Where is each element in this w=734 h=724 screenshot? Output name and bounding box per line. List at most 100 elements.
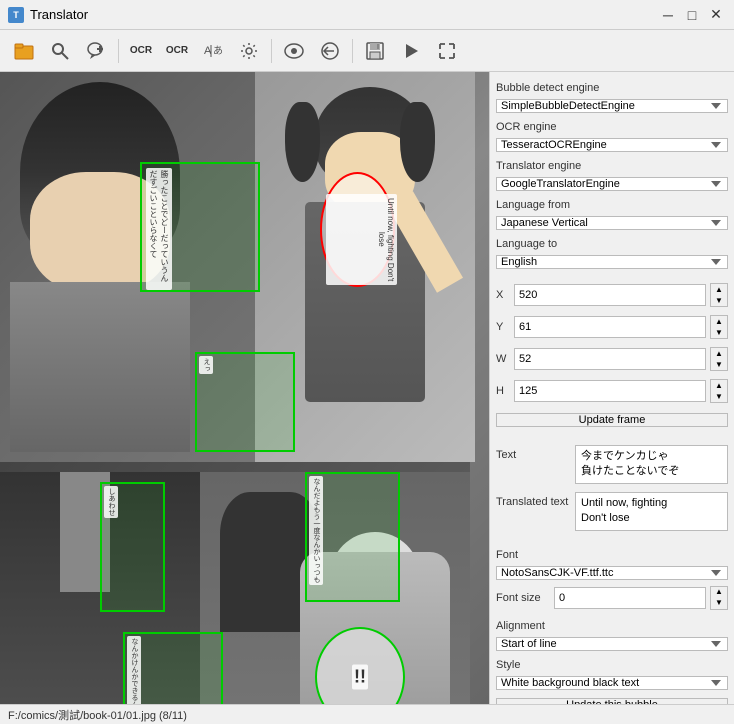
font-size-input[interactable] xyxy=(554,587,706,609)
bubble-2[interactable]: Until now, fighting Don't lose xyxy=(320,172,395,287)
title-bar-controls: ─ □ ✕ xyxy=(658,5,726,25)
fullscreen-icon xyxy=(437,41,457,61)
fullscreen-button[interactable] xyxy=(431,35,463,67)
settings-button[interactable] xyxy=(233,35,265,67)
bubble-7-text: !! xyxy=(352,665,368,690)
translated-value: Until now, fightingDon't lose xyxy=(575,492,728,531)
preview-button[interactable] xyxy=(278,35,310,67)
play-button[interactable] xyxy=(395,35,427,67)
w-increment[interactable]: ▲ xyxy=(711,348,727,359)
y-coord-row: Y ▲ ▼ xyxy=(496,315,728,339)
title-bar-left: T Translator xyxy=(8,7,88,23)
close-button[interactable]: ✕ xyxy=(706,5,726,25)
x-decrement[interactable]: ▼ xyxy=(711,295,727,306)
bubble-4[interactable]: しあわせ xyxy=(100,482,165,612)
left-twintail xyxy=(285,102,320,182)
ocr2-button[interactable]: OCR xyxy=(161,35,193,67)
text-label: Text xyxy=(496,445,571,461)
ocr1-label: OCR xyxy=(130,45,152,56)
ocr1-button[interactable]: OCR xyxy=(125,35,157,67)
y-decrement[interactable]: ▼ xyxy=(711,327,727,338)
x-spinner: ▲ ▼ xyxy=(710,283,728,307)
back-icon xyxy=(320,41,340,61)
toolbar-separator-3 xyxy=(352,39,353,63)
ocr-engine-select[interactable]: TesseractOCREngine xyxy=(496,138,728,152)
x-increment[interactable]: ▲ xyxy=(711,284,727,295)
translated-text-row: Translated text Until now, fightingDon't… xyxy=(496,492,728,531)
w-label: W xyxy=(496,353,510,365)
update-frame-button[interactable]: Update frame xyxy=(496,413,728,427)
search-button[interactable] xyxy=(44,35,76,67)
open-folder-button[interactable] xyxy=(8,35,40,67)
bubble-5[interactable]: なんだよもう一度なんかいっつも xyxy=(305,472,400,602)
image-panel[interactable]: 勝ったことでどーだっていうんだすごいこといらなくて Until now, fig… xyxy=(0,72,489,704)
font-size-decrement[interactable]: ▼ xyxy=(711,598,727,609)
translator-engine-select[interactable]: GoogleTranslatorEngine xyxy=(496,177,728,191)
maximize-button[interactable]: □ xyxy=(682,5,702,25)
h-spinner: ▲ ▼ xyxy=(710,379,728,403)
h-coord-row: H ▲ ▼ xyxy=(496,379,728,403)
h-input[interactable] xyxy=(514,380,706,402)
y-label: Y xyxy=(496,321,510,333)
text-row: Text 今までケンカじゃ負けたことないでぞ xyxy=(496,445,728,484)
translated-label: Translated text xyxy=(496,492,571,508)
status-text: F:/comics/測試/book-01/01.jpg (8/11) xyxy=(8,707,187,723)
bubble-detect-label: Bubble detect engine xyxy=(496,82,728,94)
language-from-select[interactable]: Japanese Vertical xyxy=(496,216,728,230)
status-bar: F:/comics/測試/book-01/01.jpg (8/11) xyxy=(0,704,734,724)
w-spinner: ▲ ▼ xyxy=(710,347,728,371)
minimize-button[interactable]: ─ xyxy=(658,5,678,25)
bubble-3[interactable]: えっ xyxy=(195,352,295,452)
font-size-spinner: ▲ ▼ xyxy=(710,586,728,610)
x-label: X xyxy=(496,289,510,301)
right-twintail xyxy=(400,102,435,182)
bubble-detect-select[interactable]: SimpleBubbleDetectEngine xyxy=(496,99,728,113)
y-input[interactable] xyxy=(514,316,706,338)
h-increment[interactable]: ▲ xyxy=(711,380,727,391)
add-bubble-icon xyxy=(85,40,107,62)
title-bar: T Translator ─ □ ✕ xyxy=(0,0,734,30)
alignment-select[interactable]: Start of line xyxy=(496,637,728,651)
y-increment[interactable]: ▲ xyxy=(711,316,727,327)
bubble-1-text: 勝ったことでどーだっていうんだすごいこといらなくて xyxy=(146,168,172,290)
text-value: 今までケンカじゃ負けたことないでぞ xyxy=(575,445,728,484)
ocr-engine-label: OCR engine xyxy=(496,121,728,133)
toolbar-separator-2 xyxy=(271,39,272,63)
bubble-6[interactable]: なんかけんかできるんだよ xyxy=(123,632,223,704)
x-coord-row: X ▲ ▼ xyxy=(496,283,728,307)
add-bubble-button[interactable] xyxy=(80,35,112,67)
x-input[interactable] xyxy=(514,284,706,306)
translator-engine-label: Translator engine xyxy=(496,160,728,172)
language-to-select[interactable]: English xyxy=(496,255,728,269)
manga-background: 勝ったことでどーだっていうんだすごいこといらなくて Until now, fig… xyxy=(0,72,489,704)
save-button[interactable] xyxy=(359,35,391,67)
bubble-5-text: なんだよもう一度なんかいっつも xyxy=(309,476,323,585)
app-icon: T xyxy=(8,7,24,23)
character-body xyxy=(10,282,190,452)
back-button[interactable] xyxy=(314,35,346,67)
translate-icon: A あ xyxy=(202,40,224,62)
font-size-increment[interactable]: ▲ xyxy=(711,587,727,598)
settings-icon xyxy=(239,41,259,61)
style-select[interactable]: White background black text xyxy=(496,676,728,690)
preview-icon xyxy=(284,41,304,61)
style-label: Style xyxy=(496,659,728,671)
toolbar-separator-1 xyxy=(118,39,119,63)
alignment-label: Alignment xyxy=(496,620,728,632)
search-icon xyxy=(50,41,70,61)
toolbar: OCR OCR A あ xyxy=(0,30,734,72)
w-input[interactable] xyxy=(514,348,706,370)
language-to-label: Language to xyxy=(496,238,728,250)
h-decrement[interactable]: ▼ xyxy=(711,391,727,402)
app-title: Translator xyxy=(30,7,88,22)
open-folder-icon xyxy=(13,40,35,62)
w-decrement[interactable]: ▼ xyxy=(711,359,727,370)
font-size-label: Font size xyxy=(496,592,550,604)
font-select[interactable]: NotoSansCJK-VF.ttf.ttc xyxy=(496,566,728,580)
play-icon xyxy=(401,41,421,61)
translate-button[interactable]: A あ xyxy=(197,35,229,67)
h-label: H xyxy=(496,385,510,397)
main-content: 勝ったことでどーだっていうんだすごいこといらなくて Until now, fig… xyxy=(0,72,734,704)
bubble-1[interactable]: 勝ったことでどーだっていうんだすごいこといらなくて xyxy=(140,162,260,292)
bubble-3-text: えっ xyxy=(199,356,213,374)
